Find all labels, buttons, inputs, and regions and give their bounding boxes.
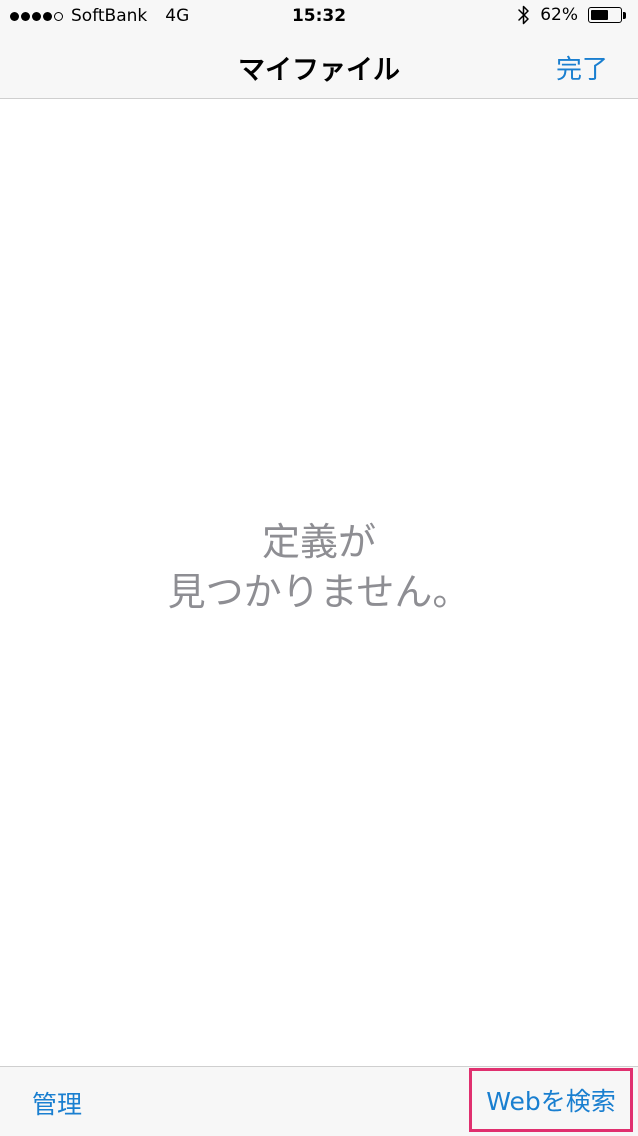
search-web-button[interactable]: Webを検索: [469, 1068, 633, 1132]
empty-state-message: 定義が 見つかりません。: [0, 517, 638, 617]
battery-cap: [623, 11, 626, 19]
status-bar: SoftBank 4G 15:32 62%: [0, 0, 638, 34]
battery-body: [588, 7, 622, 23]
bottom-toolbar: 管理 Webを検索: [0, 1066, 638, 1136]
manage-button[interactable]: 管理: [32, 1085, 82, 1121]
battery-fill: [591, 10, 609, 20]
bluetooth-icon: [518, 5, 530, 25]
status-right: 62%: [518, 5, 626, 25]
my-files-screen: SoftBank 4G 15:32 62% マイファイル 完了 定義が 見つかり…: [0, 0, 638, 1136]
page-title: マイファイル: [238, 55, 400, 86]
battery-percent: 62%: [540, 5, 578, 25]
empty-state-line-2: 見つかりません。: [167, 570, 471, 614]
empty-state-line-1: 定義が: [261, 520, 376, 564]
navigation-bar: マイファイル 完了: [0, 34, 638, 99]
battery-icon: [588, 7, 626, 23]
file-list-area: 定義が 見つかりません。: [0, 99, 638, 1066]
done-button[interactable]: 完了: [556, 49, 608, 86]
